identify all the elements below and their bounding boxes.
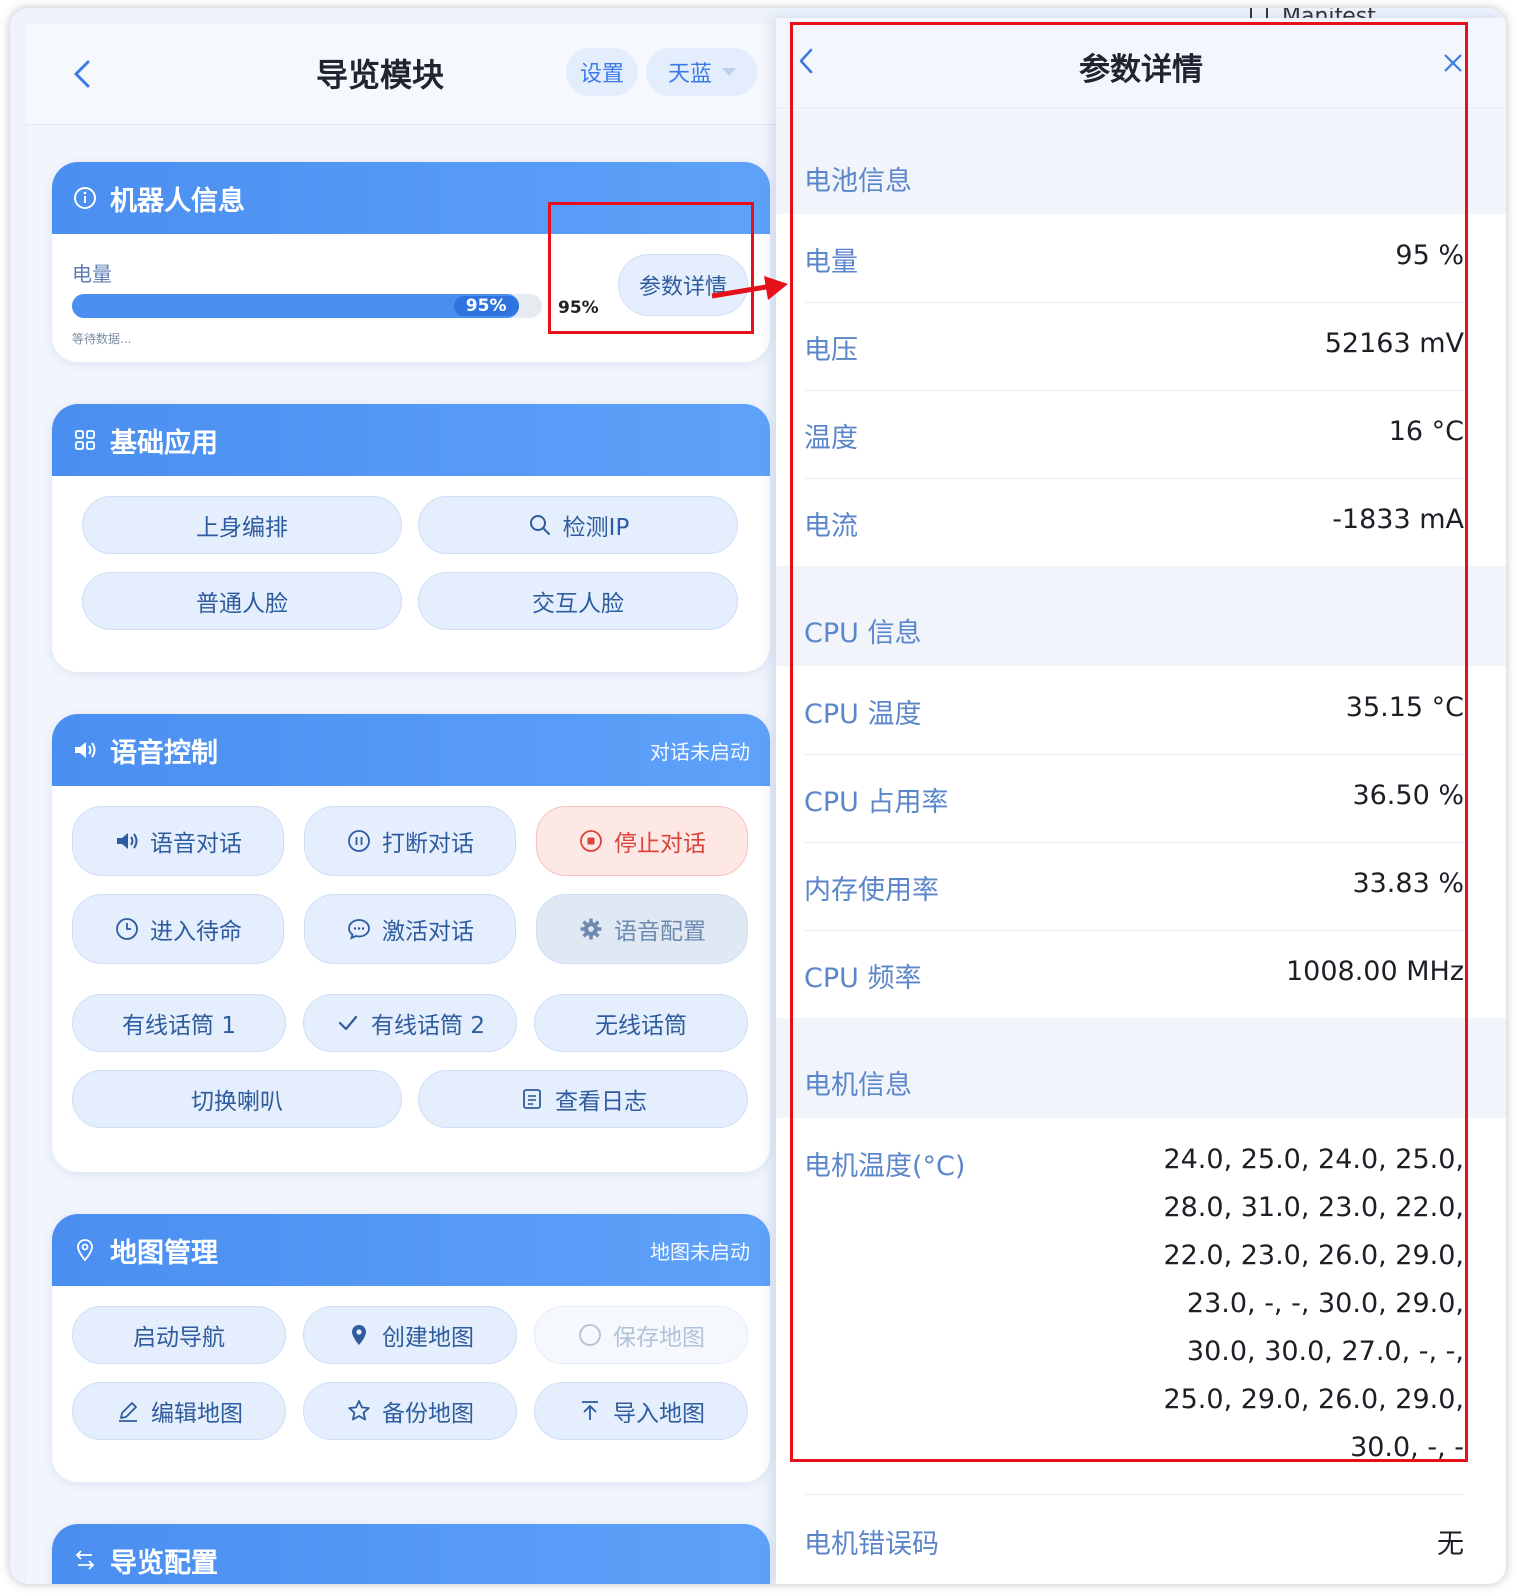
document-icon xyxy=(523,1089,541,1109)
gear-icon xyxy=(580,918,602,940)
button-label: 上身编排 xyxy=(196,515,288,541)
battery-percent-chip: 95% xyxy=(453,296,519,316)
button-label: 交互人脸 xyxy=(532,591,624,617)
map-management-card: 地图管理 地图未启动 启动导航 创建地图 保存地图 编辑地图 备份地图 导入地图 xyxy=(52,1214,770,1482)
star-icon xyxy=(348,1400,370,1421)
battery-label: 电量 xyxy=(72,262,112,286)
pause-icon xyxy=(348,830,370,852)
pencil-icon xyxy=(119,1402,137,1422)
info-icon xyxy=(74,187,96,209)
stop-icon xyxy=(580,830,602,852)
button-label: 打断对话 xyxy=(382,831,474,857)
map-management-title: 地图管理 xyxy=(110,1237,218,1269)
upload-icon xyxy=(582,1401,598,1420)
chevron-down-icon xyxy=(722,68,736,76)
normal-face-button[interactable]: 普通人脸 xyxy=(82,572,402,630)
check-icon xyxy=(338,1015,358,1031)
tour-config-title: 导览配置 xyxy=(110,1547,218,1579)
map-management-header: 地图管理 地图未启动 xyxy=(52,1214,770,1286)
button-label: 进入待命 xyxy=(150,919,242,945)
button-label: 有线话筒 1 xyxy=(122,1013,236,1039)
start-navigation-button[interactable]: 启动导航 xyxy=(72,1306,286,1364)
battery-progress: 95% xyxy=(72,294,542,318)
button-label: 激活对话 xyxy=(382,919,474,945)
button-label: 切换喇叭 xyxy=(191,1089,283,1115)
button-label: 导入地图 xyxy=(613,1401,705,1427)
annotation-highlight-button xyxy=(548,202,754,334)
button-label: 停止对话 xyxy=(614,831,706,857)
theme-select[interactable]: 天蓝 xyxy=(646,48,758,96)
grid-icon xyxy=(75,430,95,450)
row-value: 无 xyxy=(1437,1529,1464,1560)
interactive-face-button[interactable]: 交互人脸 xyxy=(418,572,738,630)
back-icon[interactable] xyxy=(64,54,104,94)
voice-status: 对话未启动 xyxy=(650,739,750,764)
settings-button[interactable]: 设置 xyxy=(566,48,638,96)
button-label: 启动导航 xyxy=(133,1325,225,1351)
save-map-button[interactable]: 保存地图 xyxy=(534,1306,748,1364)
nav-bar: 导览模块 设置 天蓝 xyxy=(26,24,786,125)
battery-progress-fill: 95% xyxy=(72,294,519,318)
button-label: 普通人脸 xyxy=(196,591,288,617)
button-label: 保存地图 xyxy=(613,1325,705,1351)
chat-bubble-icon xyxy=(348,919,370,940)
location-pin-icon xyxy=(352,1325,366,1345)
upper-body-choreography-button[interactable]: 上身编排 xyxy=(82,496,402,554)
enter-standby-button[interactable]: 进入待命 xyxy=(72,894,284,964)
robot-info-title: 机器人信息 xyxy=(110,185,245,217)
location-pin-icon xyxy=(77,1239,93,1262)
speaker-icon xyxy=(75,742,96,758)
wired-mic-1-button[interactable]: 有线话筒 1 xyxy=(72,994,286,1052)
button-label: 有线话筒 2 xyxy=(371,1013,485,1039)
wireless-mic-button[interactable]: 无线话筒 xyxy=(534,994,748,1052)
speaker-icon xyxy=(117,833,138,849)
waiting-text: 等待数据... xyxy=(72,332,132,346)
button-label: 备份地图 xyxy=(382,1401,474,1427)
map-status: 地图未启动 xyxy=(650,1239,750,1264)
view-log-button[interactable]: 查看日志 xyxy=(418,1070,748,1128)
voice-control-title: 语音控制 xyxy=(110,737,218,769)
button-label: 查看日志 xyxy=(555,1089,647,1115)
circle-icon xyxy=(579,1324,601,1346)
stop-dialog-button[interactable]: 停止对话 xyxy=(536,806,748,876)
detail-row-motor-error: 电机错误码 无 xyxy=(804,1494,1464,1584)
button-label: 语音配置 xyxy=(614,919,706,945)
row-label: 电机错误码 xyxy=(804,1529,939,1560)
voice-dialog-button[interactable]: 语音对话 xyxy=(72,806,284,876)
edit-map-button[interactable]: 编辑地图 xyxy=(72,1382,286,1440)
button-label: 编辑地图 xyxy=(151,1401,243,1427)
activate-dialog-button[interactable]: 激活对话 xyxy=(304,894,516,964)
page-title: 导览模块 xyxy=(316,56,445,94)
button-label: 无线话筒 xyxy=(595,1013,687,1039)
voice-config-button[interactable]: 语音配置 xyxy=(536,894,748,964)
tour-config-header: 导览配置 xyxy=(52,1524,770,1584)
annotation-arrow-icon xyxy=(711,276,788,300)
voice-control-card: 语音控制 对话未启动 语音对话 打断对话 停止对话 进入待命 激活对话 语音配置… xyxy=(52,714,770,1172)
theme-label: 天蓝 xyxy=(667,62,712,87)
basic-apps-title: 基础应用 xyxy=(110,427,218,459)
basic-apps-card: 基础应用 上身编排 检测IP 普通人脸 交互人脸 xyxy=(52,404,770,672)
wired-mic-2-button[interactable]: 有线话筒 2 xyxy=(303,994,517,1052)
settings-label: 设置 xyxy=(579,62,624,87)
clock-icon xyxy=(116,918,138,940)
detect-ip-button[interactable]: 检测IP xyxy=(418,496,738,554)
import-map-button[interactable]: 导入地图 xyxy=(534,1382,748,1440)
interrupt-dialog-button[interactable]: 打断对话 xyxy=(304,806,516,876)
create-map-button[interactable]: 创建地图 xyxy=(303,1306,517,1364)
tour-config-card: 导览配置 xyxy=(52,1524,770,1584)
swap-icon xyxy=(75,1550,95,1570)
button-label: 语音对话 xyxy=(150,831,242,857)
annotation-highlight-drawer xyxy=(790,22,1468,1462)
voice-control-header: 语音控制 对话未启动 xyxy=(52,714,770,786)
button-label: 检测IP xyxy=(562,515,630,541)
backup-map-button[interactable]: 备份地图 xyxy=(303,1382,517,1440)
basic-apps-header: 基础应用 xyxy=(52,404,770,476)
search-icon xyxy=(529,515,550,535)
switch-speaker-button[interactable]: 切换喇叭 xyxy=(72,1070,402,1128)
app-window: 导览模块 设置 天蓝 机器人信息 电量 95% 95% 等待数据... 参数详情 xyxy=(10,8,1506,1584)
button-label: 创建地图 xyxy=(382,1325,474,1351)
